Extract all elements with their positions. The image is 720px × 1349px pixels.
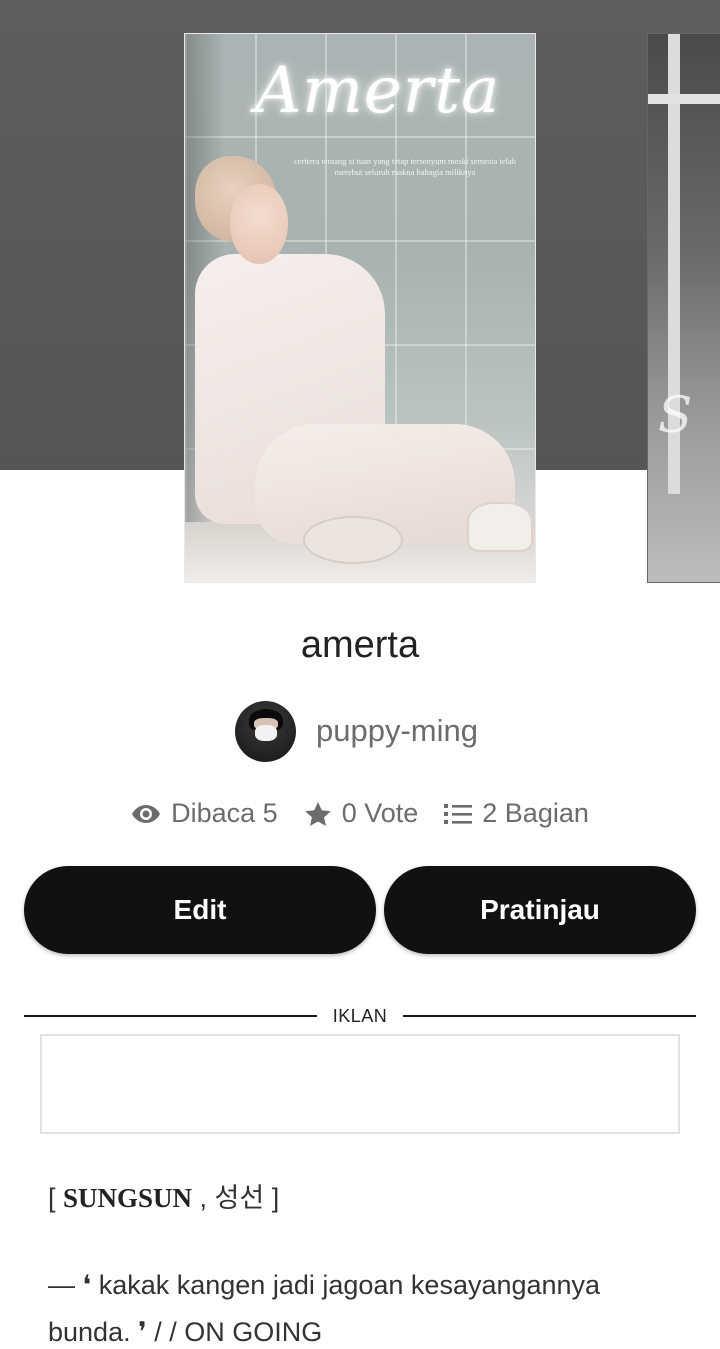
description-heading: [ SUNGSUN , 성선 ] <box>48 1176 279 1215</box>
next-cover-script: S <box>658 386 693 444</box>
reads-count: Dibaca 5 <box>171 798 278 828</box>
cover-subtitle: ceritera tentang si tuan yang tetap ters… <box>293 156 517 177</box>
list-icon <box>444 803 473 824</box>
cover-figure-shoe <box>467 502 533 552</box>
votes-stat: 0 Vote <box>304 798 419 829</box>
cover-title: Amerta <box>255 54 501 128</box>
cover-figure-face <box>230 184 288 264</box>
ad-divider: IKLAN <box>24 1004 696 1028</box>
parts-stat[interactable]: 2 Bagian <box>444 798 589 829</box>
parts-count[interactable]: 2 Bagian <box>482 798 589 829</box>
ad-slot[interactable] <box>40 1034 680 1134</box>
story-cover[interactable]: Amerta ceritera tentang si tuan yang tet… <box>184 33 536 583</box>
next-story-cover[interactable]: S <box>647 33 720 583</box>
next-cover-detail <box>648 94 720 104</box>
author-name[interactable]: puppy-ming <box>316 713 478 749</box>
votes-count: 0 Vote <box>341 798 419 828</box>
divider-line <box>24 1015 317 1017</box>
description-name-bold: SUNGSUN <box>63 1183 193 1213</box>
star-icon <box>304 801 331 826</box>
divider-line <box>403 1015 696 1017</box>
story-stats: Dibaca 5 0 Vote 2 Bagian <box>0 798 720 829</box>
avatar-mask <box>255 724 277 741</box>
cover-figure-shoe <box>303 516 403 564</box>
avatar[interactable] <box>235 700 296 762</box>
story-title: amerta <box>300 624 420 666</box>
description-text: — ❛ kakak kangen jadi jagoan kesayangann… <box>48 1270 601 1347</box>
reads-stat: Dibaca 5 <box>131 798 278 829</box>
eye-icon <box>132 804 161 823</box>
description-bracket: [ <box>48 1183 64 1213</box>
preview-button[interactable]: Pratinjau <box>384 866 696 954</box>
description-name-rest: , 성선 ] <box>192 1183 280 1213</box>
ad-label: IKLAN <box>332 1005 388 1026</box>
author-link[interactable]: puppy-ming <box>235 700 478 762</box>
edit-button[interactable]: Edit <box>24 866 376 954</box>
